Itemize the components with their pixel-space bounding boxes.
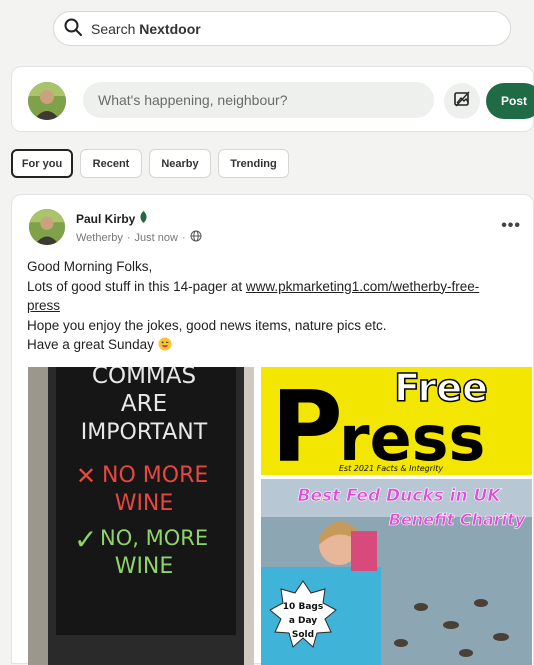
- tab-recent[interactable]: Recent: [80, 149, 142, 178]
- badge-line-3: Sold: [292, 630, 314, 640]
- post-body: Good Morning Folks, Lots of good stuff i…: [27, 259, 480, 352]
- chalk-line-4: NO MORE: [102, 463, 208, 488]
- globe-icon: [190, 230, 202, 245]
- search-brand: Nextdoor: [139, 20, 201, 37]
- headline-1: Best Fed Ducks in UK: [297, 486, 502, 506]
- author-avatar[interactable]: [29, 209, 65, 245]
- avatar[interactable]: [28, 82, 66, 120]
- tab-for-you[interactable]: For you: [11, 149, 73, 178]
- badge-line-2: a Day: [289, 616, 317, 626]
- post-meta: Wetherby · Just now ·: [76, 230, 202, 245]
- tab-trending[interactable]: Trending: [218, 149, 289, 178]
- search-bar[interactable]: Search Nextdoor: [53, 11, 511, 46]
- chalk-line-5: WINE: [115, 491, 174, 516]
- add-photo-button[interactable]: [444, 83, 480, 119]
- headline-2: Benefit Charity: [389, 510, 526, 529]
- wink-emoji: [158, 337, 172, 352]
- newspaper-image[interactable]: P Free ress Est 2021 Facts & Integrity B…: [261, 367, 532, 665]
- post-card: Paul Kirby Wetherby · Just now · ••• Good M…: [11, 194, 534, 665]
- chalk-check: ✓: [74, 523, 97, 556]
- masthead-p: P: [271, 371, 343, 485]
- chalk-line-6: NO, MORE: [100, 526, 208, 550]
- search-label: Search Nextdoor: [91, 20, 201, 37]
- post-button[interactable]: Post: [486, 83, 534, 119]
- composer-input[interactable]: What's happening, neighbour?: [83, 82, 434, 118]
- tab-nearby[interactable]: Nearby: [149, 149, 211, 178]
- post-composer: What's happening, neighbour? Post: [11, 66, 534, 132]
- badge-line-1: 10 Bags: [283, 602, 323, 612]
- post-link-continued[interactable]: press: [27, 298, 60, 313]
- post-link[interactable]: www.pkmarketing1.com/wetherby-free-: [246, 279, 479, 294]
- chalkboard-image[interactable]: COMMAS ARE IMPORTANT ✕ NO MORE WINE ✓ NO…: [28, 367, 254, 665]
- image-icon: [453, 90, 471, 113]
- chalk-line-7: WINE: [115, 554, 174, 579]
- author-name[interactable]: Paul Kirby: [76, 211, 148, 226]
- more-icon[interactable]: •••: [501, 217, 521, 235]
- masthead-tagline: Est 2021 Facts & Integrity: [339, 464, 444, 473]
- leaf-icon: [139, 211, 148, 226]
- chalk-cross: ✕: [76, 462, 96, 490]
- chalk-line-1: COMMAS: [92, 367, 196, 389]
- search-icon: [63, 17, 83, 40]
- post-images[interactable]: COMMAS ARE IMPORTANT ✕ NO MORE WINE ✓ NO…: [28, 367, 532, 665]
- chalk-line-2: ARE: [121, 391, 167, 417]
- chalk-line-3: IMPORTANT: [81, 420, 208, 445]
